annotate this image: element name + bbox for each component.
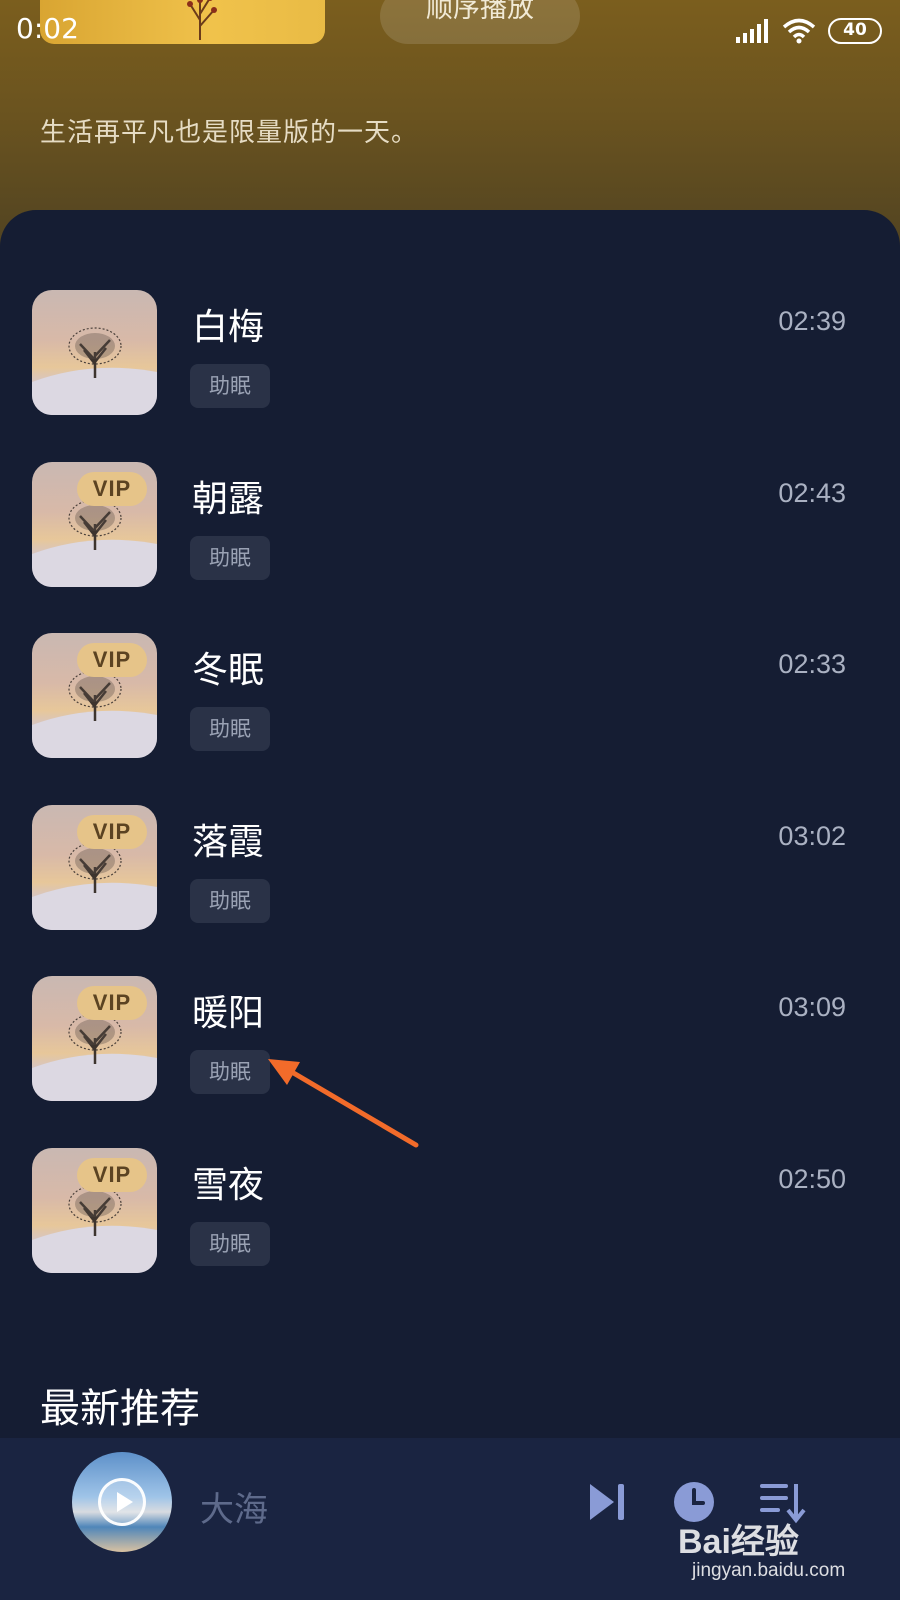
latest-recommend-heading: 最新推荐 (40, 1386, 200, 1432)
track-tag: 助眠 (190, 707, 270, 751)
track-tag: 助眠 (190, 535, 270, 580)
track-title[interactable]: 暖阳 (192, 984, 264, 1036)
track-title[interactable]: 落霞 (192, 813, 264, 865)
track-tag: 助眠 (190, 364, 270, 408)
track-cover[interactable]: VIP (32, 804, 157, 930)
vip-badge: VIP (77, 471, 147, 506)
watermark-url: jingyan.baidu.com (692, 1560, 846, 1581)
track-duration: 02:50 (778, 1163, 846, 1194)
banner-slogan: 生活再平凡也是限量版的一天。 (40, 118, 419, 148)
track-cover[interactable]: VIP (32, 461, 157, 587)
track-cover[interactable]: VIP (32, 633, 157, 758)
track-title[interactable]: 冬眠 (192, 641, 264, 693)
track-cover[interactable]: VIP (32, 976, 157, 1101)
track-tag: 助眠 (190, 878, 270, 923)
track-cover[interactable] (32, 290, 157, 415)
banner-cover-image (40, 0, 325, 44)
track-title[interactable]: 朝露 (192, 470, 264, 522)
play-icon[interactable] (98, 1478, 146, 1526)
track-duration: 02:33 (778, 649, 846, 679)
vip-badge: VIP (77, 1157, 147, 1192)
track-title[interactable]: 白梅 (192, 298, 264, 350)
track-row[interactable]: VIP 冬眠助眠 02:33 (0, 633, 900, 763)
track-row[interactable]: VIP 暖阳助眠 03:09 (0, 976, 900, 1106)
track-row[interactable]: VIP 朝露助眠 02:43 (0, 461, 900, 592)
track-tag: 助眠 (190, 1221, 270, 1266)
player-track-title[interactable]: 大海 (200, 1482, 268, 1531)
track-tag: 助眠 (190, 1050, 270, 1094)
play-order-button[interactable]: 顺序播放 (380, 0, 580, 44)
vip-badge: VIP (77, 814, 147, 849)
track-cover[interactable]: VIP (32, 1147, 157, 1273)
vip-badge: VIP (77, 986, 147, 1020)
track-duration: 03:02 (778, 820, 846, 851)
track-row[interactable]: VIP 雪夜助眠 02:50 (0, 1147, 900, 1278)
battery-indicator: 40 (828, 18, 882, 44)
player-cover[interactable] (72, 1452, 172, 1552)
status-time: 0:02 (16, 12, 79, 45)
tree-artwork (32, 327, 157, 415)
track-duration: 03:09 (778, 992, 846, 1022)
wifi-icon (782, 18, 816, 44)
signal-icon (736, 19, 768, 43)
watermark-brand: Bai经验 (678, 1523, 799, 1561)
track-row[interactable]: VIP 落霞助眠 03:02 (0, 804, 900, 935)
track-title[interactable]: 雪夜 (192, 1156, 264, 1208)
status-icons: 40 (736, 16, 882, 46)
track-row[interactable]: 白梅助眠 02:39 (0, 290, 900, 420)
vip-badge: VIP (77, 643, 147, 677)
track-duration: 02:39 (778, 306, 846, 336)
skip-next-icon[interactable] (586, 1480, 630, 1524)
track-duration: 02:43 (778, 477, 846, 508)
dried-flower-icon (187, 0, 217, 40)
